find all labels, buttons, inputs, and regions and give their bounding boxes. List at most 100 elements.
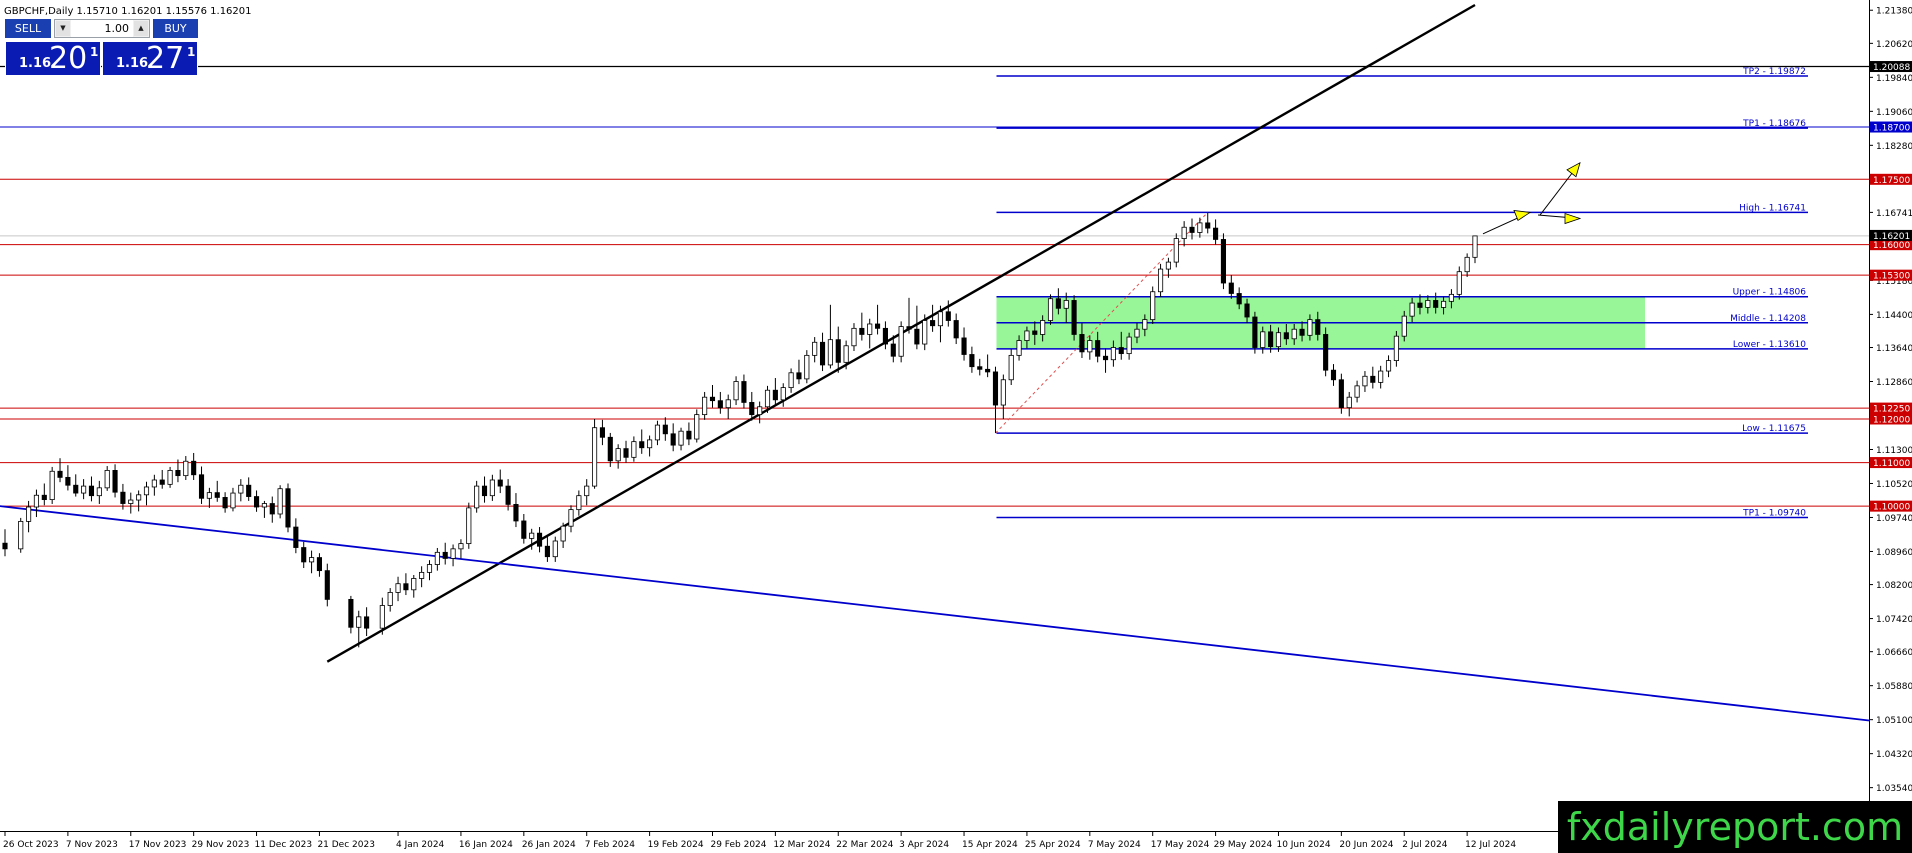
- time-tick-label-21: 20 Jun 2024: [1339, 840, 1393, 850]
- candle-body-41: [348, 598, 354, 628]
- lot-size-input[interactable]: 1.00: [71, 20, 133, 37]
- fib-label-6: Low - 1.11675: [1742, 424, 1806, 434]
- candle-body-141: [1142, 319, 1148, 330]
- candle-body-14: [120, 491, 126, 504]
- price-tick-label-11: 1.12860: [1876, 378, 1912, 388]
- candle-body-109: [890, 343, 896, 357]
- candle-body-125: [1016, 340, 1022, 356]
- candle-body-42: [356, 616, 362, 628]
- candle-body-57: [481, 485, 488, 497]
- fib-label-3: Upper - 1.14806: [1733, 288, 1807, 298]
- candle-body-135: [1095, 340, 1101, 357]
- candle-body-152: [1228, 282, 1234, 294]
- candle-body-97: [796, 372, 802, 380]
- candle-body-68: [568, 509, 574, 527]
- candle-body-99: [812, 341, 818, 356]
- price-tick-label-20: 1.05880: [1876, 682, 1912, 692]
- level-price-label-3: 1.16000: [1873, 241, 1910, 251]
- candle-body-178: [1433, 300, 1439, 308]
- candle-body-48: [411, 578, 417, 591]
- candle-body-165: [1330, 369, 1337, 381]
- sell-button[interactable]: SELL: [5, 19, 51, 38]
- candle-body-10: [88, 485, 95, 497]
- lot-decrease-icon[interactable]: ▼: [56, 21, 70, 36]
- price-tick-label-16: 1.08960: [1876, 548, 1912, 558]
- candle-body-2: [26, 506, 32, 522]
- candle-body-25: [206, 492, 212, 499]
- time-tick-label-15: 15 Apr 2024: [962, 840, 1018, 850]
- candle-body-143: [1157, 268, 1164, 293]
- candle-body-142: [1150, 291, 1156, 321]
- candle-body-86: [709, 396, 716, 402]
- price-tick-label-17: 1.08200: [1876, 581, 1912, 591]
- candle-body-70: [584, 485, 590, 497]
- time-tick-label-16: 25 Apr 2024: [1025, 840, 1081, 850]
- candle-body-130: [1055, 298, 1061, 309]
- candle-body-3: [33, 494, 40, 508]
- candle-body-34: [277, 488, 283, 515]
- candle-body-84: [694, 414, 700, 440]
- candle-body-156: [1260, 331, 1266, 348]
- time-tick-label-0: 26 Oct 2023: [3, 840, 59, 850]
- time-tick-label-8: 26 Jan 2024: [522, 840, 576, 850]
- candle-body-77: [639, 441, 645, 449]
- price-chart[interactable]: TP2 - 1.19872 TP1 - 1.18676 High - 1.16741…: [0, 0, 1912, 853]
- fib-label-1: TP1 - 1.18676: [1742, 119, 1806, 129]
- candle-body-66: [552, 540, 558, 558]
- brand-watermark: fxdailyreport.com: [1558, 801, 1912, 853]
- candle-body-149: [1205, 222, 1211, 229]
- candle-body-5: [49, 470, 55, 501]
- candle-body-181: [1456, 271, 1462, 295]
- fib-label-7: TP1 - 1.09740: [1742, 508, 1806, 518]
- candle-body-94: [772, 389, 778, 401]
- level-price-label-5: 1.12250: [1873, 405, 1910, 415]
- fib-label-0: TP2 - 1.19872: [1742, 67, 1806, 77]
- time-tick-label-1: 7 Nov 2023: [66, 840, 118, 850]
- candle-body-31: [253, 496, 260, 508]
- candle-body-117: [953, 320, 959, 339]
- level-price-label-2: 1.17500: [1873, 176, 1910, 186]
- candle-body-132: [1071, 300, 1077, 335]
- price-tick-label-15: 1.09740: [1876, 514, 1912, 524]
- candle-body-26: [214, 492, 220, 498]
- time-tick-label-17: 7 May 2024: [1088, 840, 1141, 850]
- candle-body-4: [41, 494, 47, 501]
- sell-price-button[interactable]: 1.16 20 1: [5, 41, 101, 76]
- candle-body-38: [309, 557, 315, 563]
- candle-body-172: [1385, 360, 1392, 372]
- candle-body-150: [1213, 227, 1219, 240]
- price-tick-label-13: 1.11300: [1876, 446, 1912, 456]
- candle-body-102: [835, 339, 841, 363]
- candle-body-80: [662, 424, 668, 435]
- candle-body-167: [1346, 396, 1352, 409]
- candle-body-123: [1000, 379, 1006, 406]
- candle-body-11: [96, 487, 102, 497]
- candle-body-153: [1236, 293, 1242, 305]
- candle-body-69: [576, 495, 582, 511]
- candle-body-147: [1189, 226, 1195, 233]
- chart-background: [0, 0, 1870, 832]
- candle-body-71: [592, 427, 598, 487]
- candle-body-88: [725, 399, 731, 409]
- buy-button[interactable]: BUY: [153, 19, 198, 38]
- candle-body-0: [2, 542, 8, 550]
- candle-body-17: [143, 486, 150, 496]
- candle-body-122: [992, 371, 999, 406]
- candle-body-90: [741, 381, 747, 403]
- lot-increase-icon[interactable]: ▲: [134, 21, 148, 36]
- candle-body-96: [788, 372, 794, 389]
- candle-body-127: [1032, 330, 1038, 335]
- current-price-label: 1.16201: [1873, 232, 1910, 242]
- time-tick-label-23: 12 Jul 2024: [1465, 840, 1516, 850]
- candle-body-170: [1370, 375, 1376, 383]
- time-tick-label-10: 19 Feb 2024: [648, 840, 704, 850]
- time-tick-label-20: 10 Jun 2024: [1276, 840, 1330, 850]
- time-tick-label-2: 17 Nov 2023: [129, 840, 187, 850]
- candle-body-179: [1440, 300, 1447, 308]
- sell-price-fraction: 1: [90, 45, 99, 59]
- level-price-label-0: 1.20088: [1873, 63, 1910, 73]
- buy-price-button[interactable]: 1.16 27 1: [102, 41, 198, 76]
- candle-body-75: [623, 448, 629, 458]
- lot-size-stepper[interactable]: ▼ 1.00 ▲: [54, 19, 150, 38]
- price-tick-label-10: 1.13640: [1876, 344, 1912, 354]
